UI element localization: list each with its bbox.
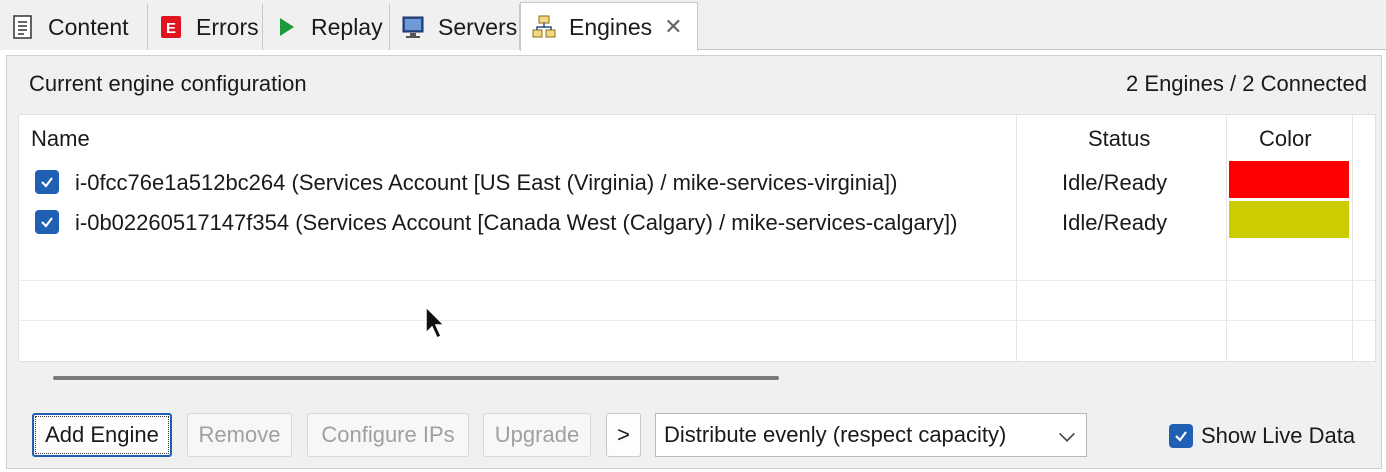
distribution-value: Distribute evenly (respect capacity) [664,422,1007,447]
checkmark-icon [1175,431,1187,442]
tab-label: Servers [438,13,518,40]
engines-panel: Current engine configuration 2 Engines /… [6,55,1382,469]
document-icon [10,14,36,40]
row-divider [19,280,1375,281]
configure-ips-button[interactable]: Configure IPs [307,413,469,457]
engine-name: i-0b02260517147f354 (Services Account [C… [75,210,958,235]
svg-text:E: E [166,20,176,37]
checkmark-icon [41,217,53,228]
tab-servers[interactable]: Servers [390,4,520,50]
tab-label: Engines [569,13,653,40]
checkmark-icon [41,177,53,188]
engine-status: Idle/Ready [1062,210,1168,235]
column-header-color[interactable]: Color [1259,126,1312,152]
column-divider [1352,115,1353,361]
tab-label: Errors [196,13,259,40]
horizontal-scrollbar[interactable] [53,376,779,380]
tab-replay[interactable]: Replay [263,4,390,50]
engine-name: i-0fcc76e1a512bc264 (Services Account [U… [75,170,898,195]
column-header-name[interactable]: Name [31,126,90,152]
mouse-pointer-icon [424,305,448,347]
row-divider [19,320,1375,321]
show-live-data-label: Show Live Data [1201,423,1356,448]
column-divider [1226,115,1227,361]
tab-label: Content [48,13,129,40]
connection-summary: 2 Engines / 2 Connected [1126,71,1367,96]
chevron-down-icon [1059,426,1075,442]
show-live-data-checkbox[interactable] [1169,424,1193,448]
show-live-data-toggle[interactable]: Show Live Data [1169,423,1355,449]
tab-engines[interactable]: Engines ✕ [520,2,698,51]
monitor-icon [400,14,426,40]
close-icon[interactable]: ✕ [664,14,682,40]
more-options-button[interactable]: > [606,413,641,457]
tab-label: Replay [311,13,383,40]
column-divider [1016,115,1017,361]
tab-bar: Content E Errors Replay Servers Engines … [0,0,1386,51]
upgrade-button[interactable]: Upgrade [483,413,591,457]
panel-title: Current engine configuration [29,71,307,96]
engine-status: Idle/Ready [1062,170,1168,195]
remove-button[interactable]: Remove [187,413,292,457]
play-icon [273,14,299,40]
error-icon: E [158,14,184,40]
engines-table: Name Status Color i-0fcc76e1a512bc264 (S… [18,114,1376,362]
engines-icon [531,14,557,40]
row-checkbox[interactable] [35,210,59,234]
add-engine-button[interactable]: Add Engine [32,413,172,457]
tab-errors[interactable]: E Errors [148,4,263,50]
row-checkbox[interactable] [35,170,59,194]
distribution-select[interactable]: Distribute evenly (respect capacity) [655,413,1087,457]
tab-content[interactable]: Content [0,4,148,50]
engine-color-swatch[interactable] [1229,161,1349,198]
column-header-status[interactable]: Status [1088,126,1150,152]
engine-color-swatch[interactable] [1229,201,1349,238]
